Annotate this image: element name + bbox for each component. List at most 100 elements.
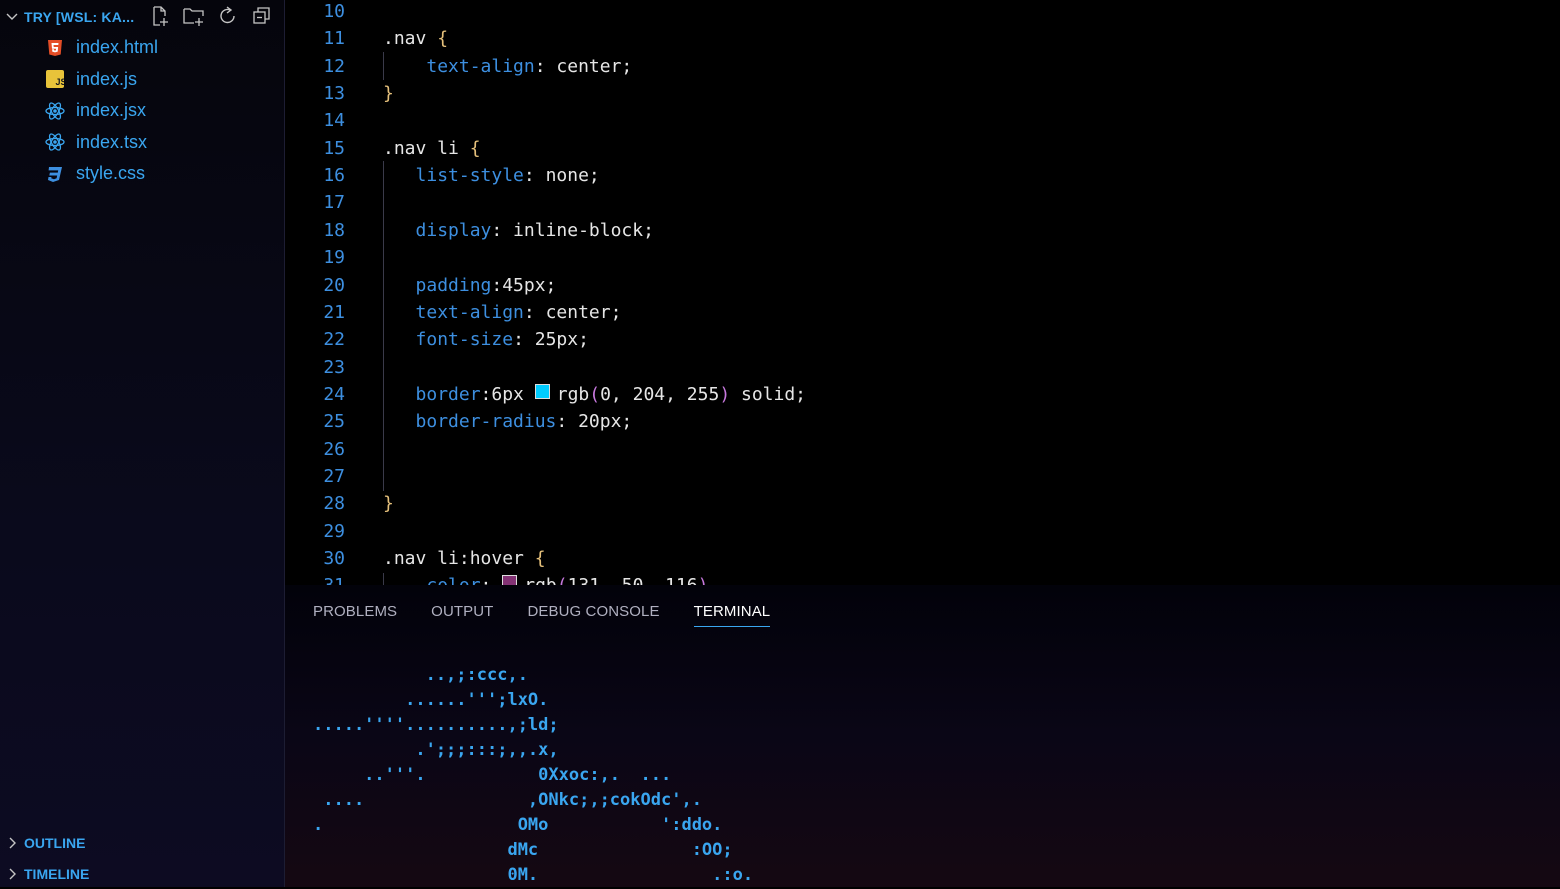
code-line[interactable]: 28} (285, 492, 1560, 519)
file-tree: index.html JS index.js index.jsx index.t… (0, 32, 284, 190)
panel-tabs: PROBLEMS OUTPUT DEBUG CONSOLE TERMINAL (313, 603, 804, 627)
line-number: 25 (323, 411, 345, 433)
line-number: 21 (323, 301, 345, 323)
line-number: 24 (323, 383, 345, 405)
file-item-index-jsx[interactable]: index.jsx (0, 95, 284, 127)
terminal-line: ..'''. 0Xxoc:,. ... (313, 765, 672, 785)
line-text[interactable]: .nav { (383, 27, 448, 51)
line-text[interactable]: } (383, 492, 394, 516)
tab-debug-console[interactable]: DEBUG CONSOLE (527, 603, 659, 627)
code-line[interactable]: 23 (285, 356, 1560, 383)
code-line[interactable]: 12 text-align: center; (285, 55, 1560, 82)
code-line[interactable]: 15 .nav li { (285, 137, 1560, 164)
line-text[interactable]: text-align: center; (383, 301, 622, 325)
line-text[interactable]: text-align: center; (383, 55, 632, 79)
code-line[interactable]: 26 (285, 438, 1560, 465)
react-icon (45, 101, 65, 121)
line-number: 28 (323, 493, 345, 515)
collapse-all-icon[interactable] (250, 4, 274, 28)
code-line[interactable]: 29 (285, 520, 1560, 547)
line-number: 11 (323, 28, 345, 50)
outline-section[interactable]: OUTLINE (0, 828, 284, 858)
line-number: 14 (323, 110, 345, 132)
line-text[interactable]: .nav li { (383, 137, 481, 161)
terminal-line: ..,;:ccc,. (313, 665, 528, 685)
line-number: 27 (323, 465, 345, 487)
file-name[interactable]: style.css (76, 163, 145, 184)
line-number: 29 (323, 520, 345, 542)
line-text[interactable]: list-style: none; (383, 164, 600, 188)
css3-icon (45, 164, 65, 184)
line-text[interactable]: border-radius: 20px; (383, 410, 633, 434)
file-item-index-html[interactable]: index.html (0, 32, 284, 64)
line-text[interactable]: color: rgb(131, 50, 116) (383, 574, 708, 585)
svg-text:JS: JS (56, 77, 65, 87)
new-file-icon[interactable] (148, 4, 172, 28)
code-line[interactable]: 10 (285, 0, 1560, 27)
line-number: 17 (323, 192, 345, 214)
chevron-right-icon[interactable] (4, 835, 20, 851)
line-number: 22 (323, 329, 345, 351)
tab-terminal[interactable]: TERMINAL (693, 603, 771, 627)
file-name[interactable]: index.js (76, 69, 137, 90)
code-editor[interactable]: 10 11 .nav {12 text-align: center; 13} 14 15.… (285, 0, 1560, 585)
react-icon (45, 132, 65, 152)
line-text[interactable]: } (383, 82, 394, 106)
line-text[interactable]: padding:45px; (383, 274, 557, 298)
code-line[interactable]: 21 text-align: center; (285, 301, 1560, 328)
code-line[interactable]: 13} (285, 82, 1560, 109)
line-text[interactable]: border:6px rgb(0, 204, 255) solid; (383, 383, 806, 407)
file-name[interactable]: index.tsx (76, 132, 147, 153)
explorer-header[interactable]: TRY [WSL: KA... (0, 0, 284, 34)
line-text[interactable]: display: inline-block; (383, 219, 654, 243)
chevron-right-icon[interactable] (4, 866, 20, 882)
line-text[interactable]: font-size: 25px; (383, 328, 589, 352)
line-number: 30 (323, 548, 345, 569)
line-number: 26 (323, 438, 345, 460)
line-number: 16 (323, 165, 345, 187)
terminal-line: . OMo ':ddo. (313, 815, 723, 835)
line-number: 15 (323, 137, 345, 159)
code-line[interactable]: 20 padding:45px; (285, 274, 1560, 301)
line-number: 19 (323, 247, 345, 269)
file-item-style-css[interactable]: style.css (0, 158, 284, 190)
code-line[interactable]: 17 (285, 191, 1560, 218)
refresh-icon[interactable] (216, 4, 240, 28)
timeline-label[interactable]: TIMELINE (24, 866, 89, 882)
file-name[interactable]: index.html (76, 37, 158, 58)
code-line[interactable]: 30 .nav li:hover { (285, 547, 1560, 574)
chevron-down-icon[interactable] (4, 8, 20, 24)
code-line[interactable]: 16 list-style: none; (285, 164, 1560, 191)
tab-output[interactable]: OUTPUT (431, 603, 493, 627)
file-name[interactable]: index.jsx (76, 100, 146, 121)
new-folder-icon[interactable] (182, 4, 206, 28)
code-line[interactable]: 27 (285, 465, 1560, 492)
code-line[interactable]: 31 color: rgb(131, 50, 116) (285, 574, 1560, 585)
line-number: 10 (323, 1, 345, 22)
file-item-index-js[interactable]: JS index.js (0, 64, 284, 96)
terminal-line: dMc :OO; (313, 840, 733, 860)
code-line[interactable]: 22 font-size: 25px; (285, 328, 1560, 355)
terminal-line: .....''''..........,;ld; (313, 715, 559, 735)
code-line[interactable]: 25 border-radius: 20px; (285, 410, 1560, 437)
code-line[interactable]: 18 display: inline-block; (285, 219, 1560, 246)
line-number: 31 (285, 574, 345, 585)
tab-problems[interactable]: PROBLEMS (313, 603, 397, 627)
javascript-icon: JS (45, 69, 65, 89)
code-line[interactable]: 14 (285, 109, 1560, 136)
line-number: 20 (323, 274, 345, 296)
file-item-index-tsx[interactable]: index.tsx (0, 127, 284, 159)
line-text[interactable]: .nav li:hover { (383, 547, 546, 571)
terminal-line: ......''';lxO. (313, 690, 549, 710)
code-line[interactable]: 24 border:6px rgb(0, 204, 255) solid; (285, 383, 1560, 410)
code-line[interactable]: 19 (285, 246, 1560, 273)
terminal-output[interactable]: ..,;:ccc,. ......''';lxO. .....''''......… (313, 663, 753, 888)
timeline-section[interactable]: TIMELINE (0, 859, 284, 889)
line-number: 12 (323, 55, 345, 77)
outline-label[interactable]: OUTLINE (24, 835, 85, 851)
code-line[interactable]: 11 .nav { (285, 27, 1560, 54)
explorer-actions (148, 4, 274, 28)
workspace-title[interactable]: TRY [WSL: KA... (24, 9, 134, 25)
terminal-line: .... ,ONkc;,;cokOdc',. (313, 790, 702, 810)
terminal-line: .';;;:::;,,.x, (313, 740, 559, 760)
